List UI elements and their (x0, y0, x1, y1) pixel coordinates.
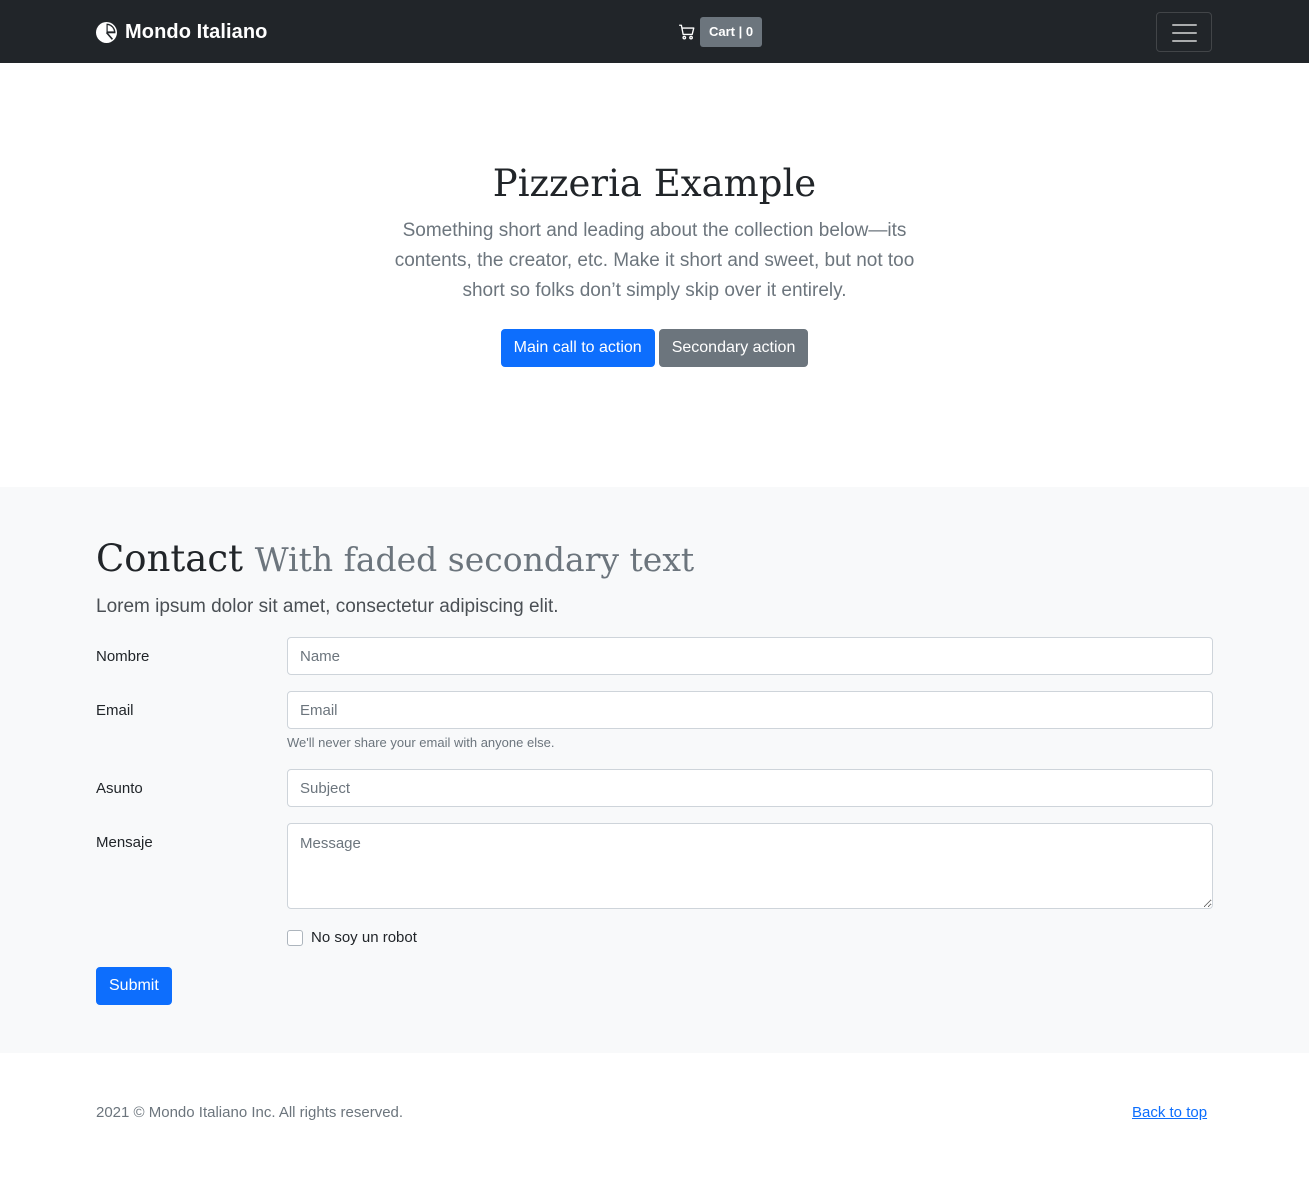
secondary-action-button[interactable]: Secondary action (658, 329, 809, 367)
hero-lead: Something short and leading about the co… (394, 220, 915, 301)
robot-checkbox-label[interactable]: No soy un robot (311, 929, 417, 946)
hero-buttons: Main call to action Secondary action (0, 329, 1309, 367)
menu-toggle-button[interactable] (1156, 12, 1212, 52)
message-textarea[interactable] (287, 823, 1213, 909)
brand-name: Mondo Italiano (125, 20, 268, 43)
email-label: Email (96, 702, 134, 719)
robot-check[interactable]: No soy un robot (287, 929, 417, 946)
contact-lead: Lorem ipsum dolor sit amet, consectetur … (96, 596, 559, 617)
subject-input[interactable] (287, 769, 1213, 807)
hamburger-menu-icon (1172, 24, 1197, 26)
main-cta-button[interactable]: Main call to action (500, 329, 655, 367)
submit-button[interactable]: Submit (96, 967, 172, 1005)
cart-icon (679, 24, 695, 40)
copyright-text: 2021 © Mondo Italiano Inc. All rights re… (96, 1104, 404, 1121)
top-navbar: Mondo Italiano Cart | 0 (0, 0, 1309, 63)
name-label: Nombre (96, 648, 150, 665)
cart-badge: Cart | 0 (700, 17, 763, 47)
contact-heading-muted: With faded secondary text (254, 540, 695, 579)
pie-chart-icon (96, 21, 117, 43)
hero-section: Pizzeria Example Something short and lea… (0, 63, 1309, 487)
brand-link[interactable]: Mondo Italiano (96, 20, 268, 44)
back-to-top-link[interactable]: Back to top (1132, 1104, 1207, 1121)
hero-title: Pizzeria Example (492, 162, 817, 205)
contact-heading-main: Contact (96, 537, 243, 580)
subject-label: Asunto (96, 780, 143, 797)
email-input[interactable] (287, 691, 1213, 729)
footer: 2021 © Mondo Italiano Inc. All rights re… (0, 1053, 1309, 1177)
email-help-text: We'll never share your email with anyone… (287, 735, 555, 750)
message-label: Mensaje (96, 834, 153, 851)
contact-section: Contact With faded secondary text Lorem … (0, 487, 1309, 1053)
robot-checkbox[interactable] (287, 929, 303, 946)
name-input[interactable] (287, 637, 1213, 675)
cart-button[interactable]: Cart | 0 (678, 17, 763, 47)
contact-heading: Contact With faded secondary text (96, 535, 694, 584)
